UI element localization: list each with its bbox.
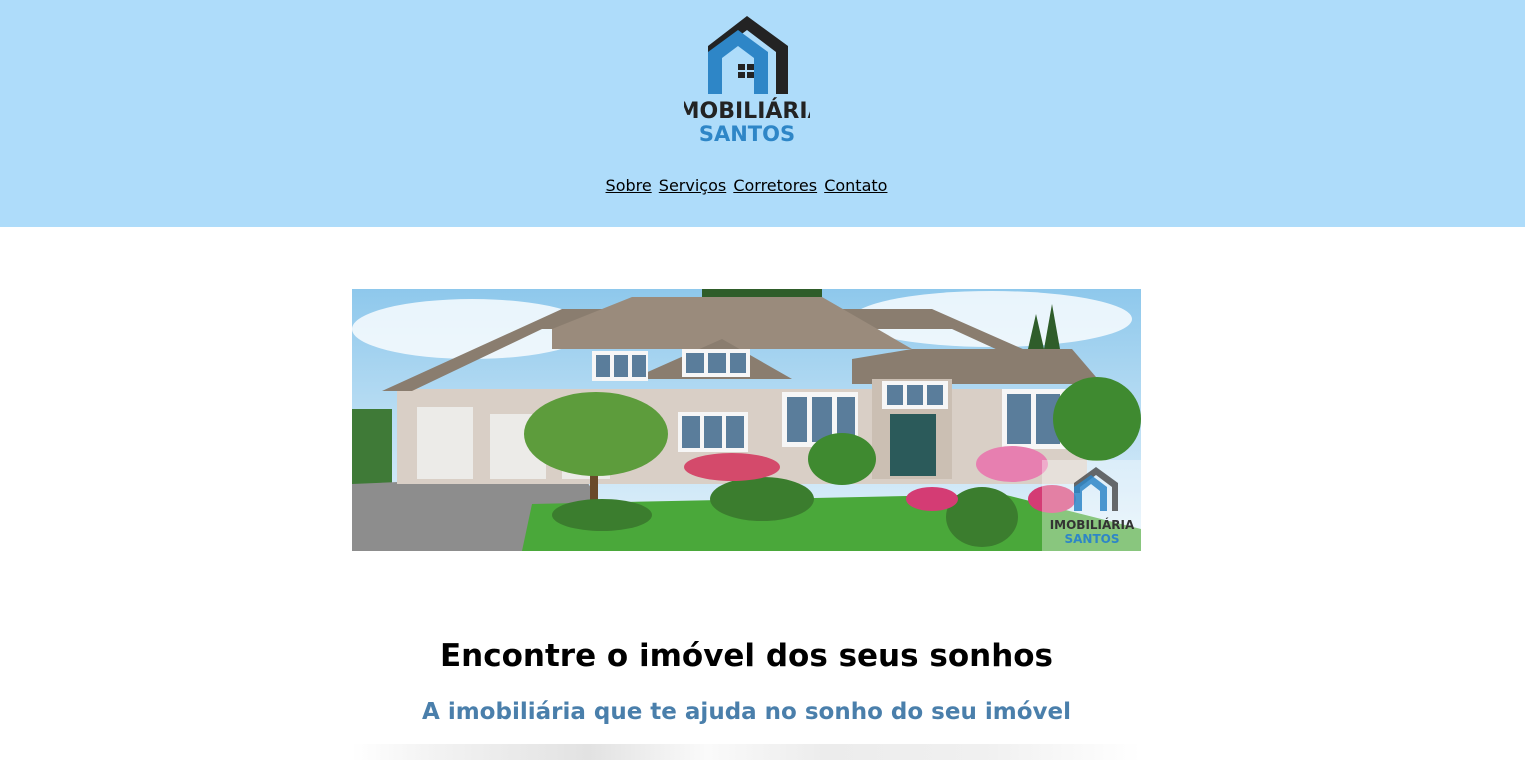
main-nav: Sobre Serviços Corretores Contato <box>0 176 1493 196</box>
page-headline: Encontre o imóvel dos seus sonhos <box>439 638 1054 674</box>
nav-link-sobre[interactable]: Sobre <box>606 176 652 195</box>
site-logo[interactable]: IMOBILIÁRIA SANTOS <box>684 14 810 148</box>
page-subheadline: A imobiliária que te ajuda no sonho do s… <box>422 699 1071 725</box>
watermark-line1: IMOBILIÁRIA <box>1050 517 1135 532</box>
nav-link-contato[interactable]: Contato <box>824 176 887 195</box>
nav-link-corretores[interactable]: Corretores <box>733 176 817 195</box>
house-icon: IMOBILIÁRIA SANTOS <box>684 16 810 146</box>
nav-link-servicos[interactable]: Serviços <box>659 176 726 195</box>
secondary-image <box>352 744 1141 760</box>
logo-line1: IMOBILIÁRIA <box>684 98 810 124</box>
site-header: IMOBILIÁRIA SANTOS Sobre Serviços Corret… <box>0 0 1525 227</box>
watermark-line2: SANTOS <box>1064 532 1119 546</box>
logo-line2: SANTOS <box>699 122 795 146</box>
hero-house-image: IMOBILIÁRIA SANTOS <box>352 289 1141 551</box>
